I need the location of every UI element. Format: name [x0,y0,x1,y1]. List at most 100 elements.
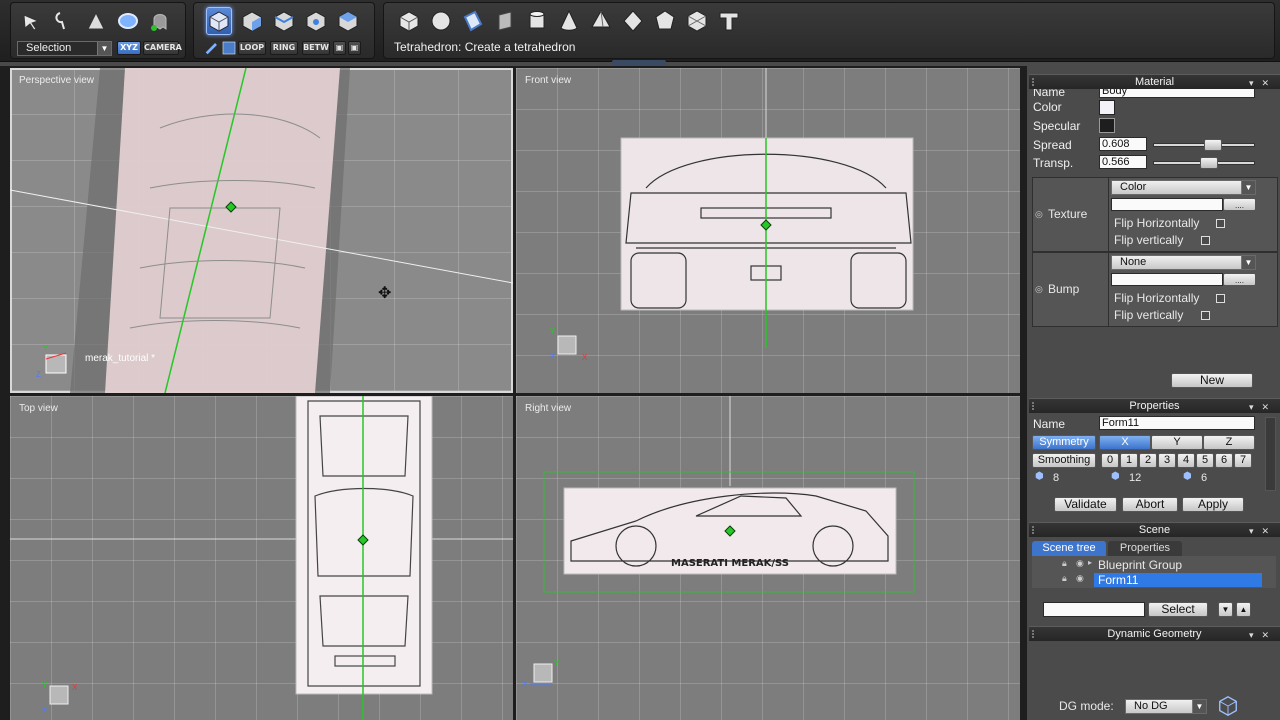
panel-close-icon[interactable]: ▾✕ [1249,400,1277,414]
smoothing-level-6[interactable]: 6 [1215,453,1233,468]
plane-icon[interactable] [460,7,486,35]
pick-icon[interactable] [221,40,237,56]
grid-plane-icon[interactable] [492,7,518,35]
symmetry-button[interactable]: Symmetry [1032,435,1096,450]
material-name-field[interactable]: Body [1099,89,1255,98]
object-name-field[interactable]: Form11 [1099,416,1255,430]
right-viewport[interactable]: MASERATI MERAK/SS Right view YZ [516,396,1020,720]
bump-file-field[interactable] [1111,273,1223,286]
tree-item[interactable]: 🔒︎ ◉ Form11 [1032,573,1276,587]
transp-field[interactable]: 0.566 [1099,155,1147,169]
object-mode-icon[interactable] [206,7,232,35]
tab-scene-tree[interactable]: Scene tree [1032,541,1106,556]
edge-mode-icon[interactable] [271,7,297,35]
face-mode-icon[interactable] [239,7,265,35]
smoothing-level-7[interactable]: 7 [1234,453,1252,468]
dg-mode-dropdown[interactable]: No DG ▼ [1125,699,1207,714]
eye-icon[interactable]: ◉ [1076,558,1084,569]
move-down-icon[interactable]: ▼ [1218,602,1233,617]
spread-slider[interactable] [1153,139,1255,151]
dodecahedron-icon[interactable] [652,7,678,35]
texture-file-field[interactable] [1111,198,1223,211]
properties-scrollbar[interactable] [1265,417,1276,491]
lasso-icon[interactable] [51,7,77,35]
dynamic-geometry-panel-header[interactable]: Dynamic Geometry ▾✕ [1029,626,1280,641]
between-button[interactable]: BETW [302,41,330,55]
lock-icon[interactable]: 🔒︎ [1062,573,1067,584]
polygon-select-icon[interactable] [83,7,109,35]
lock-icon[interactable]: 🔒︎ [1062,558,1067,569]
specular-swatch[interactable] [1099,118,1115,133]
panel-close-icon[interactable]: ▾✕ [1249,524,1277,538]
panel-close-icon[interactable]: ▾✕ [1249,76,1277,90]
bump-flip-h-checkbox[interactable] [1216,294,1225,303]
material-panel-header[interactable]: Material ▾✕ [1029,74,1280,89]
apply-button[interactable]: Apply [1182,497,1244,512]
top-viewport[interactable]: Top view Y Z X [10,396,513,720]
texture-mode-dropdown[interactable]: Color ▼ [1111,180,1256,195]
eye-icon[interactable]: ◎ [1035,209,1043,220]
mode-dropdown[interactable]: Selection ▼ [17,41,112,56]
texture-flip-v-checkbox[interactable] [1201,236,1210,245]
camera-button[interactable]: CAMERA [143,41,182,55]
bump-browse-button[interactable]: .... [1223,273,1256,286]
shrink-select-icon[interactable]: ▣ [348,41,361,55]
tree-item[interactable]: 🔒︎ ◉ ▸ Blueprint Group [1032,558,1276,572]
perspective-viewport[interactable]: Perspective view merak_tutorial * ✥ ZY [10,68,513,393]
eye-icon[interactable]: ◎ [1035,284,1043,295]
bump-mode-dropdown[interactable]: None ▼ [1111,255,1256,270]
scene-search-field[interactable] [1043,602,1145,617]
tetrahedron-icon[interactable] [588,7,614,35]
cone-icon[interactable] [556,7,582,35]
transp-slider-knob[interactable] [1200,157,1218,169]
tab-scene-properties[interactable]: Properties [1108,541,1182,556]
bump-flip-v-checkbox[interactable] [1201,311,1210,320]
symmetry-z-button[interactable]: Z [1203,435,1255,450]
color-swatch[interactable] [1099,100,1115,115]
smoothing-level-4[interactable]: 4 [1177,453,1195,468]
smoothing-level-0[interactable]: 0 [1101,453,1119,468]
prop-name-label: Name [1033,417,1066,431]
grow-select-icon[interactable]: ▣ [333,41,346,55]
loop-button[interactable]: LOOP [238,41,266,55]
expand-arrow-icon[interactable]: ▸ [1088,558,1092,567]
smoothing-button[interactable]: Smoothing [1032,453,1096,468]
spread-slider-knob[interactable] [1204,139,1222,151]
spread-field[interactable]: 0.608 [1099,137,1147,151]
panel-close-icon[interactable]: ▾✕ [1249,628,1277,642]
validate-button[interactable]: Validate [1054,497,1117,512]
brush-icon[interactable] [204,40,220,56]
ring-button[interactable]: RING [270,41,298,55]
text-tool-icon[interactable] [716,7,742,35]
eye-icon[interactable]: ◉ [1076,573,1084,584]
xyz-button[interactable]: XYZ [117,41,141,55]
multi-mode-icon[interactable] [335,7,361,35]
cylinder-icon[interactable] [524,7,550,35]
select-button[interactable]: Select [1148,602,1208,617]
transp-slider[interactable] [1153,157,1255,169]
smoothing-level-1[interactable]: 1 [1120,453,1138,468]
select-arrow-icon[interactable] [19,7,45,35]
new-material-button[interactable]: New [1171,373,1253,388]
move-up-icon[interactable]: ▲ [1236,602,1251,617]
icosahedron-icon[interactable] [684,7,710,35]
texture-browse-button[interactable]: .... [1223,198,1256,211]
smoothing-level-5[interactable]: 5 [1196,453,1214,468]
symmetry-y-button[interactable]: Y [1151,435,1203,450]
scene-panel-header[interactable]: Scene ▾✕ [1029,522,1280,537]
smoothing-level-3[interactable]: 3 [1158,453,1176,468]
vertex-mode-icon[interactable] [303,7,329,35]
cube-icon[interactable] [396,7,422,35]
octahedron-icon[interactable] [620,7,646,35]
smoothing-level-2[interactable]: 2 [1139,453,1157,468]
ghost-select-icon[interactable] [147,7,173,35]
properties-panel-header[interactable]: Properties ▾✕ [1029,398,1280,413]
front-viewport[interactable]: Front view Y Z X [516,68,1020,393]
abort-button[interactable]: Abort [1122,497,1178,512]
sphere-icon[interactable] [428,7,454,35]
symmetry-x-button[interactable]: X [1099,435,1151,450]
svg-text:X: X [72,683,78,692]
texture-flip-h-checkbox[interactable] [1216,219,1225,228]
paint-select-icon[interactable] [115,7,141,35]
dg-cube-icon[interactable] [1217,695,1239,717]
